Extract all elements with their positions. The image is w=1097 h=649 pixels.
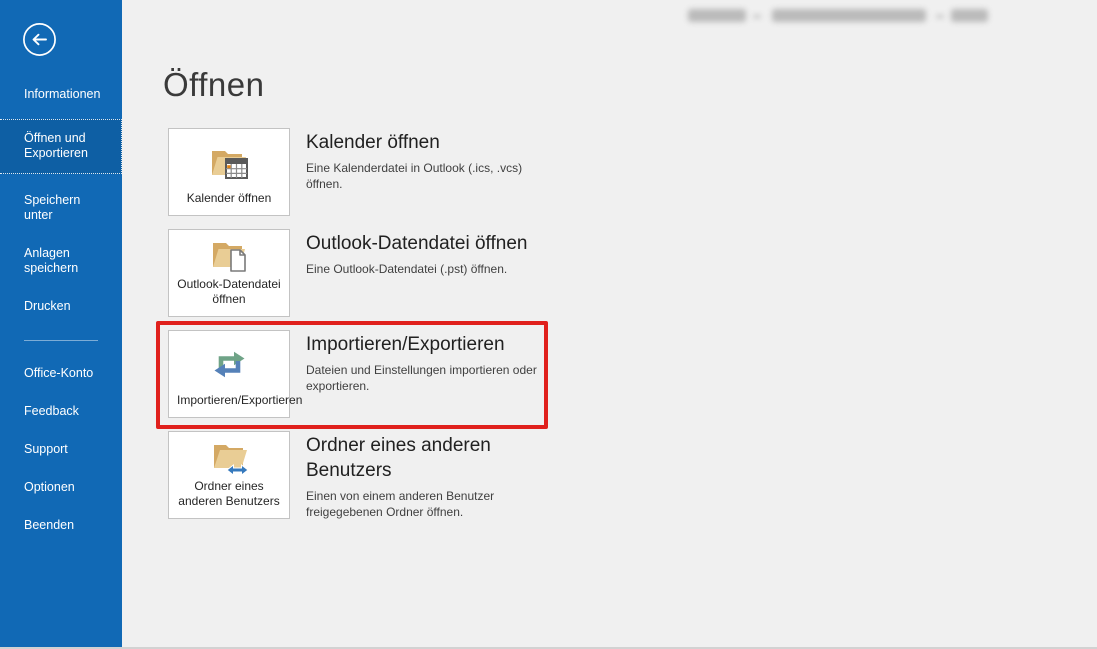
sidebar-item-optionen[interactable]: Optionen: [0, 474, 122, 501]
sidebar-item-drucken[interactable]: Drucken: [0, 293, 122, 320]
backstage-main: Öffnen Kalender öffnen Kalender öffnen E…: [122, 0, 1097, 647]
open-calendar-button[interactable]: Kalender öffnen: [168, 128, 290, 216]
row-description: Einen von einem anderen Benutzer freigeg…: [306, 488, 561, 520]
row-heading: Ordner eines anderen Benutzers: [306, 433, 561, 483]
back-button[interactable]: [22, 22, 57, 57]
row-text: Importieren/Exportieren Dateien und Eins…: [306, 330, 561, 394]
open-row-kalender: Kalender öffnen Kalender öffnen Eine Kal…: [168, 128, 1097, 216]
import-export-button[interactable]: Importieren/Exportieren: [168, 330, 290, 418]
sidebar-item-office-konto[interactable]: Office-Konto: [0, 360, 122, 387]
shared-folder-arrow-icon: [205, 431, 253, 479]
folder-calendar-icon: [205, 129, 253, 191]
row-heading: Outlook-Datendatei öffnen: [306, 231, 527, 256]
tile-label: Outlook-Datendatei öffnen: [177, 277, 281, 307]
row-text: Kalender öffnen Eine Kalenderdatei in Ou…: [306, 128, 561, 192]
sidebar-divider: [24, 340, 98, 341]
row-text: Outlook-Datendatei öffnen Eine Outlook-D…: [306, 229, 527, 277]
sidebar-item-anlagen-speichern[interactable]: Anlagen speichern: [0, 240, 122, 282]
outlook-backstage-open-page: { "window": { "title_redacted": true }, …: [0, 0, 1097, 649]
page-title: Öffnen: [163, 66, 1097, 104]
row-description: Eine Outlook-Datendatei (.pst) öffnen.: [306, 261, 527, 277]
sidebar-item-speichern-unter[interactable]: Speichern unter: [0, 187, 122, 229]
import-export-arrows-icon: [206, 331, 252, 393]
folder-document-icon: [205, 229, 253, 277]
open-row-datendatei: Outlook-Datendatei öffnen Outlook-Datend…: [168, 229, 1097, 317]
row-text: Ordner eines anderen Benutzers Einen von…: [306, 431, 561, 521]
backstage-sidebar: Informationen Öffnen und Exportieren Spe…: [0, 0, 122, 647]
sidebar-item-beenden[interactable]: Beenden: [0, 512, 122, 539]
open-row-ordner-anderer-benutzer: Ordner eines anderen Benutzers Ordner ei…: [168, 431, 1097, 521]
tile-label: Importieren/Exportieren: [177, 393, 281, 408]
tile-label: Kalender öffnen: [187, 191, 272, 206]
sidebar-item-informationen[interactable]: Informationen: [0, 81, 122, 108]
open-outlook-data-file-button[interactable]: Outlook-Datendatei öffnen: [168, 229, 290, 317]
open-row-importieren-exportieren: Importieren/Exportieren Importieren/Expo…: [168, 330, 1097, 418]
sidebar-item-support[interactable]: Support: [0, 436, 122, 463]
row-description: Dateien und Einstellungen importieren od…: [306, 362, 561, 394]
sidebar-item-oeffnen-und-exportieren[interactable]: Öffnen und Exportieren: [0, 119, 122, 174]
sidebar-item-feedback[interactable]: Feedback: [0, 398, 122, 425]
back-arrow-circle-icon: [22, 22, 57, 57]
open-other-users-folder-button[interactable]: Ordner eines anderen Benutzers: [168, 431, 290, 519]
row-description: Eine Kalenderdatei in Outlook (.ics, .vc…: [306, 160, 561, 192]
row-heading: Importieren/Exportieren: [306, 332, 561, 357]
sidebar-nav: Informationen Öffnen und Exportieren Spe…: [0, 81, 122, 550]
tile-label: Ordner eines anderen Benutzers: [177, 479, 281, 509]
row-heading: Kalender öffnen: [306, 130, 561, 155]
